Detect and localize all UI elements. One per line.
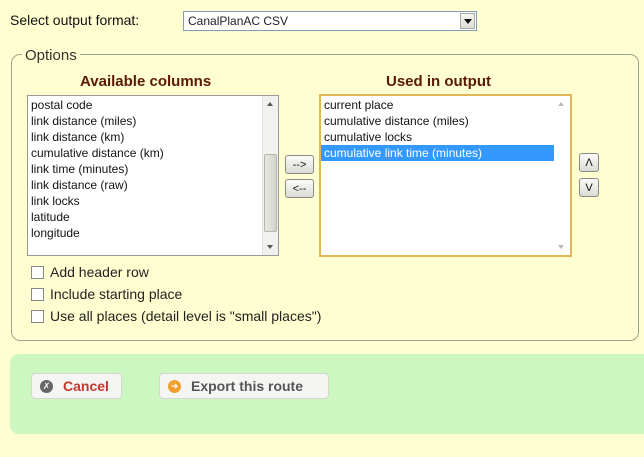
list-item[interactable]: cumulative link time (minutes)	[321, 145, 570, 161]
cancel-button[interactable]: ✗ Cancel	[31, 373, 122, 399]
cancel-label: Cancel	[63, 378, 109, 394]
format-select[interactable]: CanalPlanAC CSV	[183, 11, 477, 31]
move-left-button[interactable]: <--	[285, 179, 314, 198]
list-item[interactable]: link time (minutes)	[28, 161, 278, 177]
chevron-down-icon[interactable]	[460, 13, 475, 29]
use-all-places-checkbox[interactable]	[31, 309, 44, 323]
available-columns-list[interactable]: postal code link distance (miles) link dis…	[27, 95, 279, 256]
used-in-output-list[interactable]: current place cumulative distance (miles)…	[319, 94, 572, 257]
export-route-button[interactable]: ➜ Export this route	[159, 373, 329, 399]
scrollbar-thumb[interactable]	[264, 154, 277, 232]
include-starting-place-checkbox[interactable]	[31, 287, 44, 301]
list-item[interactable]: postal code	[28, 97, 278, 113]
scroll-up-icon[interactable]	[267, 102, 273, 106]
include-starting-place-option[interactable]: Include starting place	[31, 286, 182, 302]
format-label: Select output format:	[10, 12, 140, 28]
include-starting-place-label: Include starting place	[50, 286, 183, 302]
use-all-places-label: Use all places (detail level is "small p…	[50, 308, 322, 324]
list-item[interactable]: link distance (km)	[28, 129, 278, 145]
list-item[interactable]: cumulative locks	[321, 129, 570, 145]
used-list-scrollbar[interactable]	[554, 96, 570, 255]
scroll-down-icon[interactable]	[558, 245, 564, 249]
cancel-circle-icon: ✗	[40, 379, 53, 393]
list-item[interactable]: link locks	[28, 193, 278, 209]
scroll-down-icon[interactable]	[267, 245, 273, 249]
format-select-value: CanalPlanAC CSV	[188, 14, 289, 28]
used-in-output-heading: Used in output	[386, 73, 491, 90]
list-item[interactable]: link distance (raw)	[28, 177, 278, 193]
list-item[interactable]: cumulative distance (km)	[28, 145, 278, 161]
available-list-scrollbar[interactable]	[262, 96, 278, 255]
list-item[interactable]: latitude	[28, 209, 278, 225]
list-item[interactable]: cumulative distance (miles)	[321, 113, 570, 129]
move-right-button[interactable]: -->	[285, 155, 314, 174]
add-header-row-label: Add header row	[50, 264, 149, 280]
options-legend: Options	[22, 47, 80, 64]
arrow-right-circle-icon: ➜	[168, 379, 181, 393]
add-header-row-checkbox[interactable]	[31, 265, 44, 279]
scroll-up-icon[interactable]	[558, 102, 564, 106]
list-item[interactable]: link distance (miles)	[28, 113, 278, 129]
list-item[interactable]: current place	[321, 97, 570, 113]
move-down-button[interactable]: V	[579, 178, 599, 197]
add-header-row-option[interactable]: Add header row	[31, 264, 149, 280]
available-columns-heading: Available columns	[80, 73, 212, 90]
use-all-places-option[interactable]: Use all places (detail level is "small p…	[31, 308, 321, 324]
list-item[interactable]: longitude	[28, 225, 278, 241]
move-up-button[interactable]: Λ	[579, 153, 599, 172]
export-route-label: Export this route	[191, 378, 304, 394]
